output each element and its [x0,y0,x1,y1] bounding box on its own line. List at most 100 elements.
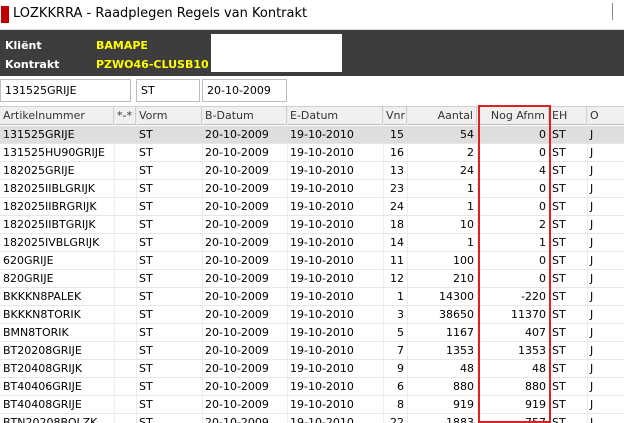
table-row[interactable]: 131525GRIJE ST 20-10-2009 19-10-2010 15 54 0 ST… [0,126,624,144]
cell-aantal: 1883 [446,416,474,423]
cell-aantal: 919 [453,398,474,411]
cell-o: J [590,362,594,375]
cell-aantal: 24 [460,164,474,177]
table-row[interactable]: 182025IIBRGRIJK ST 20-10-2009 19-10-2010 24 1… [0,198,624,216]
cell-vorm: ST [139,290,153,303]
col-header-artikelnummer[interactable]: Artikelnummer [0,107,114,125]
cell-nog-afnm: 4 [539,164,546,177]
cell-artikelnummer: BT40408GRIJE [3,398,82,411]
col-header-bdatum[interactable]: B-Datum [202,107,287,125]
cell-o: J [590,416,594,423]
cell-nog-afnm: 0 [539,272,546,285]
cell-bdatum: 20-10-2009 [205,218,269,231]
cell-vorm: ST [139,182,153,195]
cell-aantal: 10 [460,218,474,231]
cell-vnr: 12 [390,272,404,285]
client-label: Kliënt [5,39,42,52]
col-header-aantal[interactable]: Aantal [407,107,477,125]
cell-artikelnummer: BT40406GRIJE [3,380,82,393]
col-header-vnr[interactable]: Vnr [383,107,407,125]
cell-bdatum: 20-10-2009 [205,362,269,375]
cell-vnr: 7 [397,344,404,357]
cell-o: J [590,182,594,195]
cell-nog-afnm: 1353 [518,344,546,357]
cell-artikelnummer: BTN20208BOLZK [3,416,98,423]
cell-aantal: 880 [453,380,474,393]
cell-vnr: 18 [390,218,404,231]
col-header-edatum[interactable]: E-Datum [287,107,383,125]
table-row[interactable]: 182025GRIJE ST 20-10-2009 19-10-2010 13 24 4 ST… [0,162,624,180]
table-row[interactable]: BKKKN8TORIK ST 20-10-2009 19-10-2010 3 38650 1… [0,306,624,324]
table-row[interactable]: 820GRIJE ST 20-10-2009 19-10-2010 12 210 0 ST J [0,270,624,288]
cell-vorm: ST [139,272,153,285]
cell-nog-afnm: 757 [525,416,546,423]
window-titlebar: LOZKKRRA - Raadplegen Regels van Kontrak… [0,0,624,30]
table-row[interactable]: BT20408GRIJK ST 20-10-2009 19-10-2010 9 48 48 S… [0,360,624,378]
cell-edatum: 19-10-2010 [290,308,354,321]
cell-o: J [590,344,594,357]
date-filter-field[interactable]: 20-10-2009 [202,79,287,102]
cell-vorm: ST [139,416,153,423]
cell-eh: ST [552,290,566,303]
table-row[interactable]: 620GRIJE ST 20-10-2009 19-10-2010 11 100 0 ST J [0,252,624,270]
cell-o: J [590,200,594,213]
cell-nog-afnm: 407 [525,326,546,339]
cell-o: J [590,326,594,339]
cell-nog-afnm: 48 [532,362,546,375]
cell-o: J [590,272,594,285]
table-row[interactable]: BMN8TORIK ST 20-10-2009 19-10-2010 5 1167 407 S… [0,324,624,342]
cell-nog-afnm: 1 [539,236,546,249]
table-row[interactable]: BT40408GRIJE ST 20-10-2009 19-10-2010 8 919 91… [0,396,624,414]
cell-nog-afnm: 0 [539,200,546,213]
cell-bdatum: 20-10-2009 [205,128,269,141]
cell-eh: ST [552,362,566,375]
window-control-button[interactable] [612,3,624,20]
cell-edatum: 19-10-2010 [290,128,354,141]
cell-bdatum: 20-10-2009 [205,182,269,195]
cell-o: J [590,218,594,231]
table-row[interactable]: BTN20208BOLZK ST 20-10-2009 19-10-2010 22 188… [0,414,624,423]
client-value: BAMAPE [96,39,148,52]
cell-bdatum: 20-10-2009 [205,200,269,213]
cell-o: J [590,290,594,303]
cell-vnr: 8 [397,398,404,411]
cell-bdatum: 20-10-2009 [205,416,269,423]
cell-bdatum: 20-10-2009 [205,344,269,357]
cell-nog-afnm: 0 [539,254,546,267]
cell-o: J [590,308,594,321]
cell-eh: ST [552,128,566,141]
cell-edatum: 19-10-2010 [290,290,354,303]
cell-bdatum: 20-10-2009 [205,308,269,321]
cell-eh: ST [552,326,566,339]
article-filter-field[interactable]: 131525GRIJE [0,79,131,102]
cell-vorm: ST [139,308,153,321]
col-header-o[interactable]: O [587,107,624,125]
cell-edatum: 19-10-2010 [290,218,354,231]
cell-edatum: 19-10-2010 [290,200,354,213]
cell-aantal: 1 [467,182,474,195]
table-row[interactable]: 182025IIBLGRIJK ST 20-10-2009 19-10-2010 23 1… [0,180,624,198]
col-header-eh[interactable]: EH [549,107,587,125]
col-header-nog-afnm[interactable]: Nog Afnm [477,107,549,125]
cell-eh: ST [552,380,566,393]
table-row[interactable]: BKKKN8PALEK ST 20-10-2009 19-10-2010 1 14300 -… [0,288,624,306]
cell-aantal: 38650 [439,308,474,321]
cell-eh: ST [552,146,566,159]
table-row[interactable]: 182025IVBLGRIJK ST 20-10-2009 19-10-2010 14 1… [0,234,624,252]
cell-nog-afnm: 11370 [511,308,546,321]
table-row[interactable]: BT40406GRIJE ST 20-10-2009 19-10-2010 6 880 88… [0,378,624,396]
table-row[interactable]: 131525HU90GRIJE ST 20-10-2009 19-10-2010 16 2… [0,144,624,162]
cell-vorm: ST [139,236,153,249]
cell-bdatum: 20-10-2009 [205,380,269,393]
cell-vnr: 3 [397,308,404,321]
contract-label: Kontrakt [5,58,60,71]
cell-artikelnummer: 182025GRIJE [3,164,75,177]
col-header-vorm[interactable]: Vorm [136,107,202,125]
cell-eh: ST [552,236,566,249]
vorm-filter-field[interactable]: ST [136,79,200,102]
col-header-star[interactable]: *-* [114,107,136,125]
table-row[interactable]: BT20208GRIJE ST 20-10-2009 19-10-2010 7 1353 1… [0,342,624,360]
table-row[interactable]: 182025IIBTGRIJK ST 20-10-2009 19-10-2010 18 1… [0,216,624,234]
cell-artikelnummer: BKKKN8PALEK [3,290,82,303]
info-blank-panel [211,34,342,72]
